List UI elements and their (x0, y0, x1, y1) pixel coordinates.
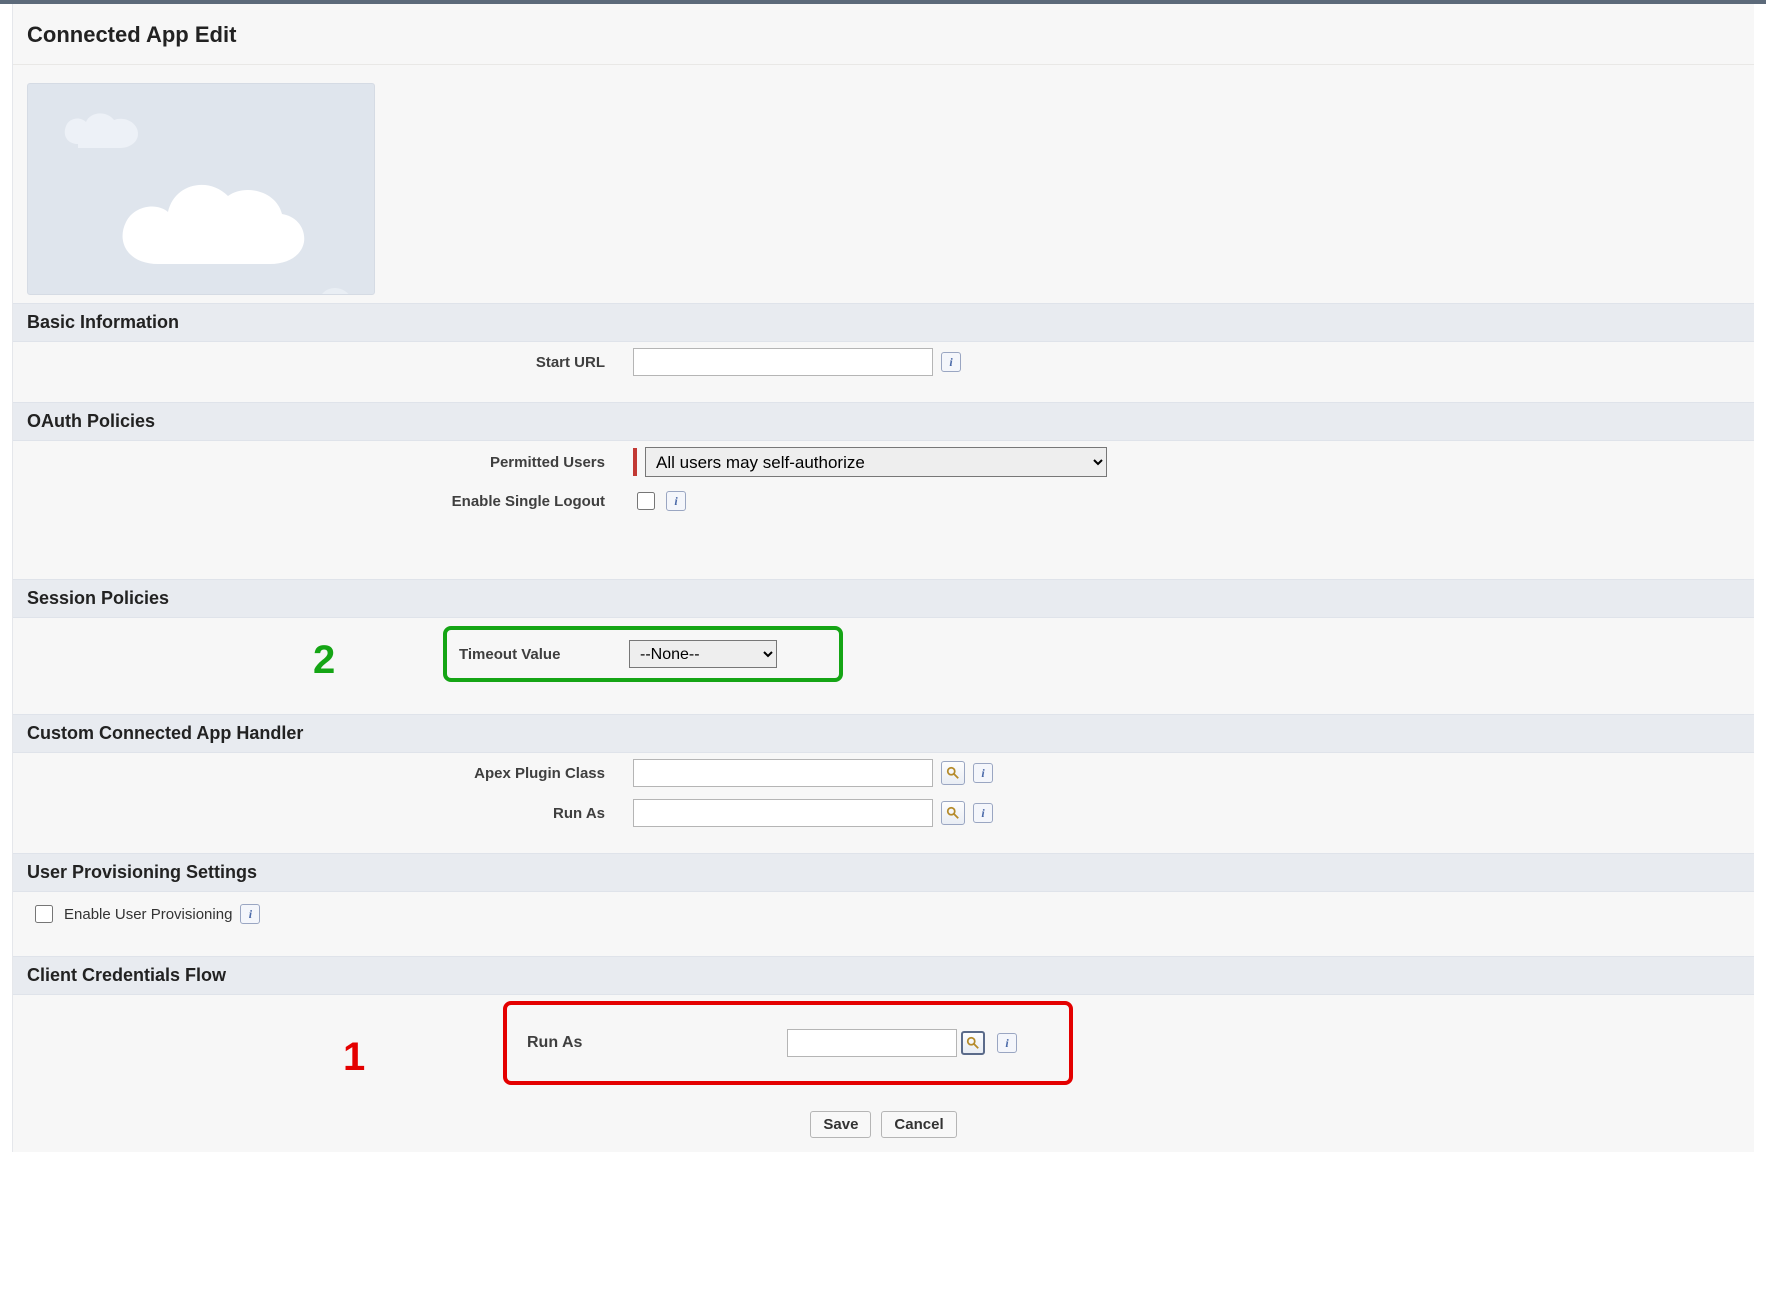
enable-slo-label: Enable Single Logout (13, 493, 633, 510)
magnifier-icon (966, 1036, 980, 1050)
magnifier-icon (946, 806, 960, 820)
lookup-button[interactable] (941, 761, 965, 785)
timeout-value-select[interactable]: --None-- (629, 640, 777, 668)
app-logo-placeholder (27, 83, 375, 295)
magnifier-icon (946, 766, 960, 780)
section-header-oauth-policies: OAuth Policies (13, 402, 1754, 441)
button-bar: Save Cancel (13, 1103, 1754, 1152)
enable-user-provisioning-label: Enable User Provisioning (64, 906, 232, 923)
permitted-users-label: Permitted Users (13, 454, 633, 471)
handler-run-as-input[interactable] (633, 799, 933, 827)
info-icon[interactable]: i (240, 904, 260, 924)
section-header-session-policies: Session Policies (13, 579, 1754, 618)
cloud-icon (288, 274, 375, 295)
handler-run-as-label: Run As (13, 805, 633, 822)
lookup-button[interactable] (961, 1031, 985, 1055)
enable-user-provisioning-checkbox[interactable] (35, 905, 53, 923)
client-credentials-run-as-input[interactable] (787, 1029, 957, 1057)
annotation-1: 1 (343, 1035, 365, 1080)
annotation-2: 2 (313, 638, 335, 683)
save-button[interactable]: Save (810, 1111, 871, 1138)
info-icon[interactable]: i (973, 763, 993, 783)
logo-area (13, 65, 1754, 301)
start-url-label: Start URL (13, 354, 633, 371)
lookup-button[interactable] (941, 801, 965, 825)
apex-plugin-class-label: Apex Plugin Class (13, 765, 633, 782)
info-icon[interactable]: i (973, 803, 993, 823)
start-url-input[interactable] (633, 348, 933, 376)
section-header-basic-information: Basic Information (13, 303, 1754, 342)
section-header-custom-handler: Custom Connected App Handler (13, 714, 1754, 753)
enable-slo-checkbox[interactable] (637, 492, 655, 510)
cloud-icon (58, 104, 148, 160)
permitted-users-select[interactable]: All users may self-authorize (645, 447, 1107, 477)
page-title: Connected App Edit (13, 4, 1754, 65)
section-header-client-credentials: Client Credentials Flow (13, 956, 1754, 995)
section-header-user-provisioning: User Provisioning Settings (13, 853, 1754, 892)
client-credentials-run-as-label: Run As (527, 1034, 787, 1052)
info-icon[interactable]: i (666, 491, 686, 511)
client-credentials-highlight-box: Run As i (503, 1001, 1073, 1085)
timeout-value-label: Timeout Value (459, 646, 629, 663)
cancel-button[interactable]: Cancel (881, 1111, 956, 1138)
info-icon[interactable]: i (997, 1033, 1017, 1053)
apex-plugin-class-input[interactable] (633, 759, 933, 787)
timeout-highlight-box: Timeout Value --None-- (443, 626, 843, 682)
required-indicator (633, 448, 637, 476)
info-icon[interactable]: i (941, 352, 961, 372)
cloud-icon (108, 154, 308, 284)
